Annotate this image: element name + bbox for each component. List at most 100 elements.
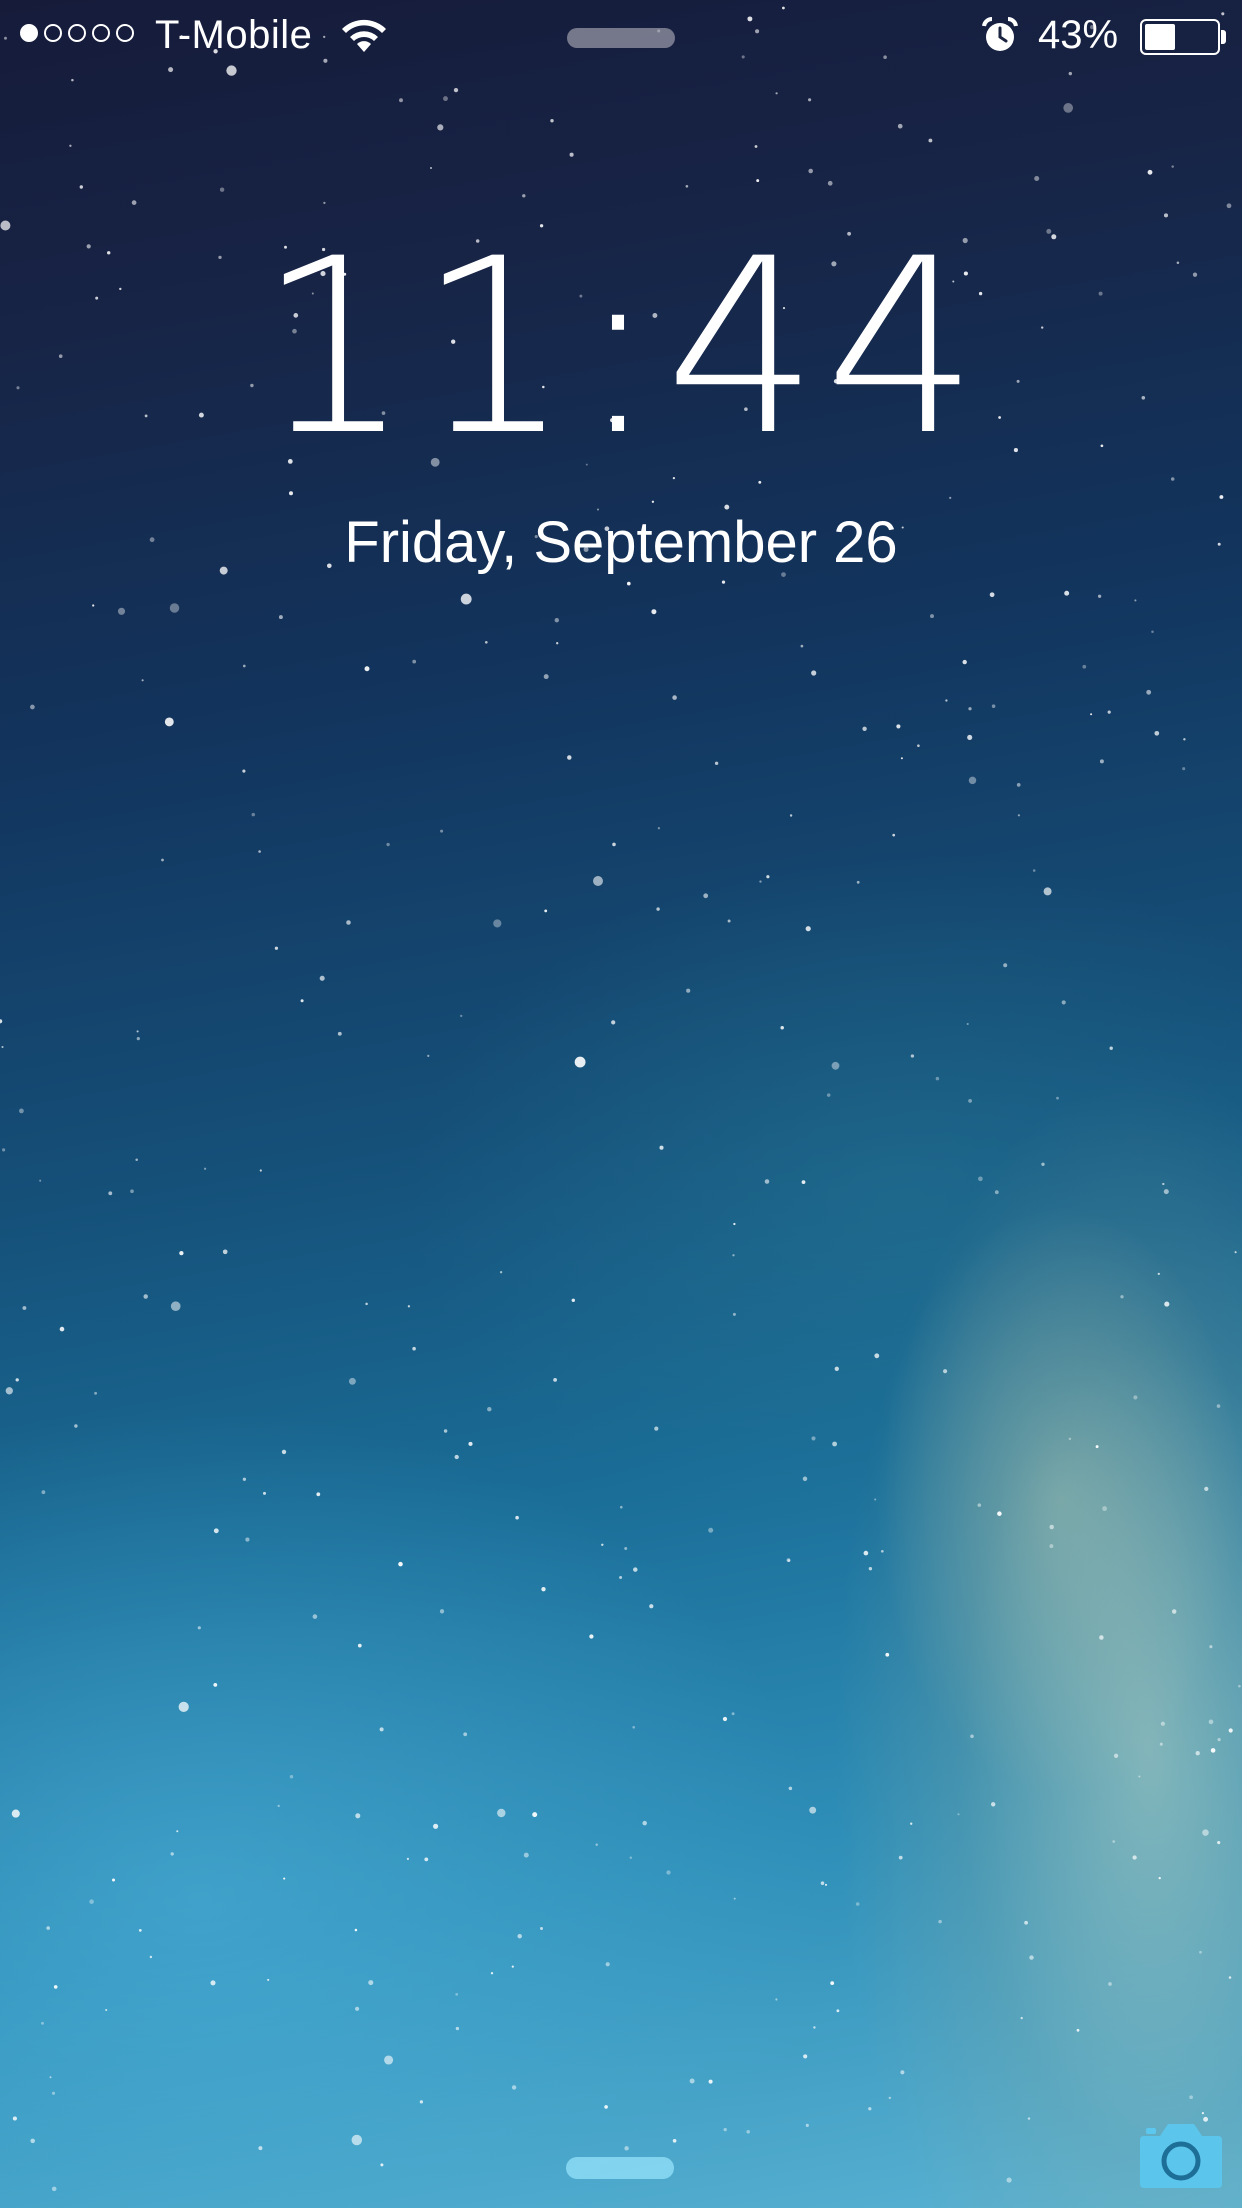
star	[801, 1180, 806, 1184]
signal-dot	[92, 24, 110, 42]
star	[412, 1346, 416, 1351]
star	[399, 98, 403, 103]
star	[178, 1701, 189, 1712]
star	[1027, 2117, 1031, 2120]
star	[970, 1734, 974, 1739]
battery-fill	[1145, 24, 1176, 50]
star	[1063, 103, 1074, 113]
star	[868, 1567, 873, 1571]
star	[39, 1179, 42, 1182]
star	[136, 1030, 139, 1033]
star	[323, 201, 326, 205]
battery-terminal	[1221, 30, 1226, 44]
star	[1076, 2028, 1080, 2032]
signal-dot	[20, 24, 38, 42]
star	[22, 1306, 27, 1310]
star	[1159, 1742, 1163, 1746]
star	[957, 1813, 960, 1816]
star	[800, 644, 804, 648]
star	[424, 1857, 429, 1862]
star	[550, 119, 554, 123]
star	[0, 1019, 3, 1024]
star	[161, 858, 164, 862]
star	[197, 1626, 201, 1630]
star	[703, 893, 709, 899]
star	[935, 1076, 940, 1081]
control-center-grabber[interactable]	[566, 2157, 674, 2179]
star	[656, 907, 660, 911]
star	[213, 1528, 219, 1534]
star	[727, 919, 731, 923]
battery-percentage: 43%	[1038, 13, 1119, 57]
star	[803, 2054, 808, 2059]
star	[689, 2078, 695, 2084]
star	[1082, 664, 1087, 669]
star	[522, 194, 526, 198]
star	[1162, 1182, 1165, 1186]
star	[897, 123, 903, 129]
star	[831, 1061, 840, 1070]
star	[1158, 1876, 1161, 1880]
battery-icon	[1140, 19, 1226, 55]
star	[910, 1054, 915, 1058]
star	[708, 1527, 714, 1533]
lock-screen-time: 11:44	[257, 207, 985, 489]
star	[219, 187, 225, 192]
star	[1163, 1189, 1169, 1195]
star	[1183, 738, 1186, 741]
star	[149, 1955, 153, 1959]
star	[412, 659, 417, 664]
star	[809, 1806, 817, 1814]
star	[437, 124, 444, 131]
star	[589, 1634, 594, 1639]
star	[805, 926, 811, 932]
star	[722, 1716, 728, 1722]
star	[511, 1965, 514, 1968]
star	[455, 1993, 459, 1996]
star	[1182, 767, 1186, 771]
star	[213, 1683, 218, 1687]
star	[463, 1732, 468, 1737]
star	[1095, 1445, 1099, 1449]
star	[1032, 869, 1036, 872]
star	[89, 1899, 94, 1904]
lock-screen[interactable]: T-Mobile 43% 11:44 Friday, September 26	[0, 0, 1242, 2208]
star	[1006, 2177, 1012, 2183]
star	[672, 2138, 677, 2143]
star	[453, 87, 459, 93]
star	[1171, 1609, 1177, 1614]
star	[780, 1025, 784, 1030]
star	[892, 833, 896, 837]
star	[92, 604, 95, 607]
star	[1201, 2111, 1205, 2115]
notification-center-grabber[interactable]	[567, 28, 675, 48]
star	[179, 1250, 184, 1256]
star	[440, 829, 444, 833]
star	[544, 909, 548, 913]
star	[258, 2146, 263, 2151]
star	[968, 707, 972, 711]
star	[721, 580, 726, 584]
star	[900, 757, 903, 760]
star	[135, 1158, 138, 1161]
carrier-name: T-Mobile	[155, 13, 313, 57]
camera-icon[interactable]	[1138, 2118, 1224, 2190]
star	[222, 1249, 228, 1255]
star	[991, 1802, 996, 1807]
star	[1043, 887, 1052, 896]
star	[242, 769, 246, 773]
star	[71, 78, 74, 82]
star	[1120, 1295, 1124, 1299]
star	[1, 1045, 4, 1049]
star	[242, 1477, 247, 1481]
signal-dot	[116, 24, 134, 42]
star	[532, 1812, 538, 1818]
star	[41, 2021, 44, 2025]
star	[112, 1878, 115, 1882]
star	[274, 946, 279, 950]
star	[1102, 1506, 1108, 1512]
star	[626, 581, 631, 586]
star	[1189, 2095, 1193, 2100]
star	[945, 699, 948, 702]
signal-dot	[68, 24, 86, 42]
